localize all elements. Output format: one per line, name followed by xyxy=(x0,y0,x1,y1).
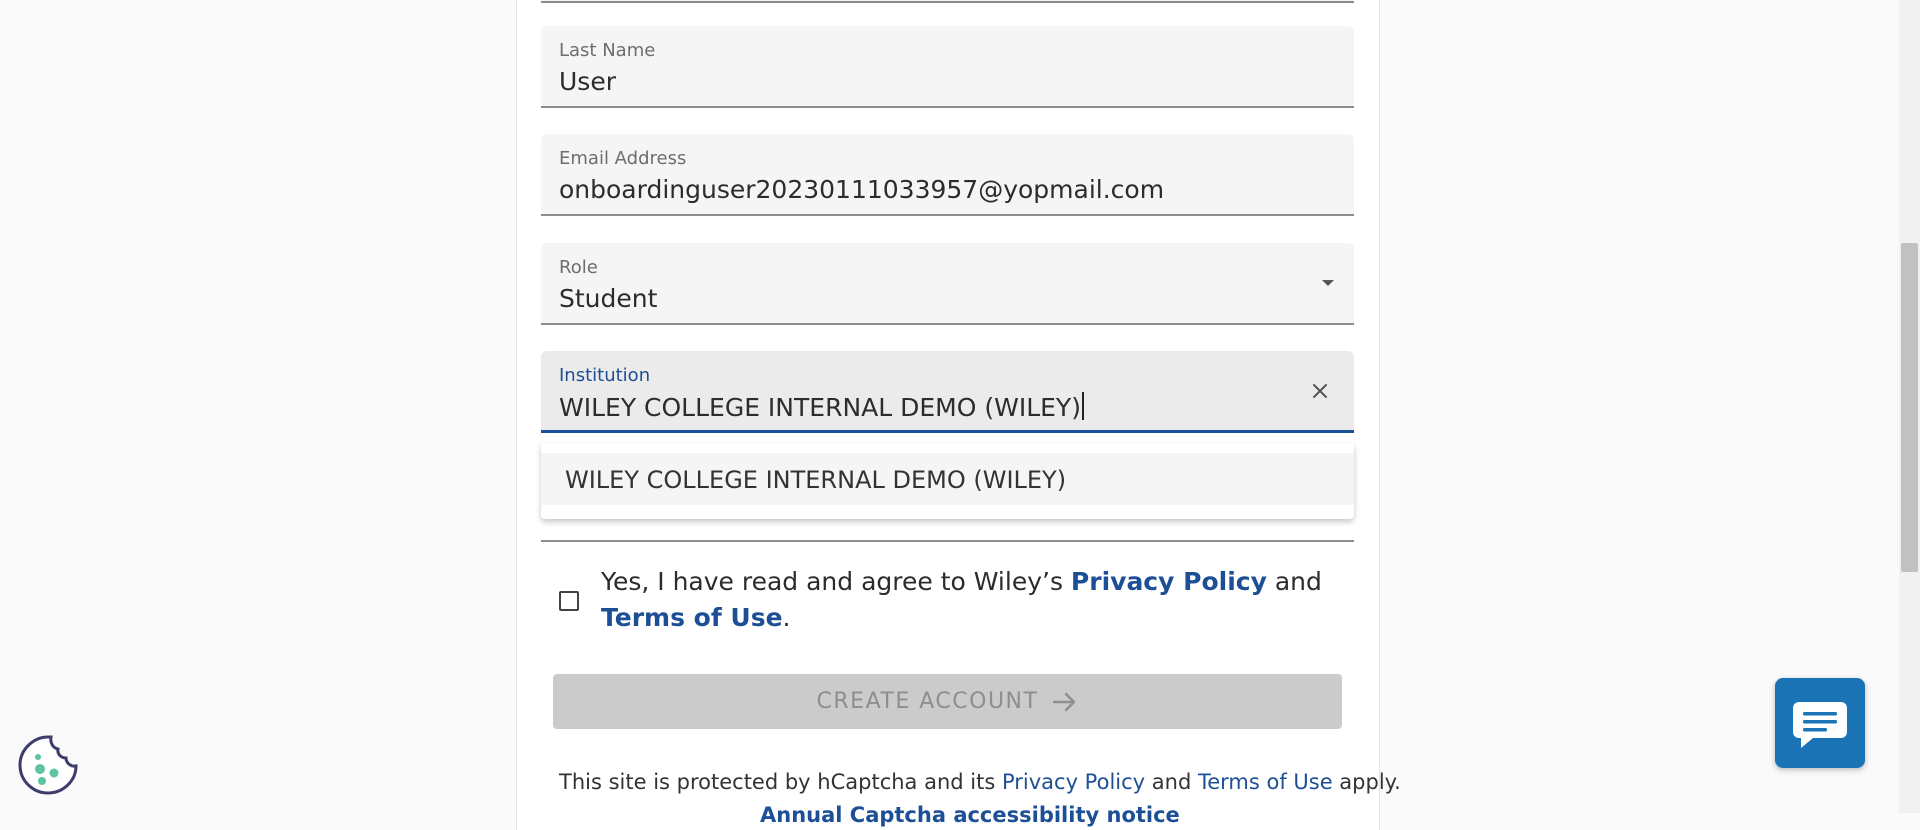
create-account-label: CREATE ACCOUNT xyxy=(816,689,1039,714)
chat-icon xyxy=(1793,702,1847,748)
scrollbar[interactable] xyxy=(1899,0,1920,813)
privacy-policy-link[interactable]: Privacy Policy xyxy=(1071,567,1267,596)
captcha-prefix: This site is protected by hCaptcha and i… xyxy=(559,770,1002,794)
consent-text: Yes, I have read and agree to Wiley’s Pr… xyxy=(601,564,1341,636)
role-value[interactable]: Student xyxy=(559,284,657,313)
captcha-and: and xyxy=(1145,770,1198,794)
institution-value: WILEY COLLEGE INTERNAL DEMO (WILEY) xyxy=(559,393,1081,422)
hcaptcha-notice: This site is protected by hCaptcha and i… xyxy=(559,770,1401,794)
cookie-icon[interactable] xyxy=(16,733,80,797)
last-name-label: Last Name xyxy=(559,40,656,61)
email-field[interactable]: Email Address onboardinguser202301110339… xyxy=(541,134,1354,216)
chevron-down-icon[interactable] xyxy=(1322,280,1334,286)
last-name-value[interactable]: User xyxy=(559,67,616,96)
institution-input[interactable]: WILEY COLLEGE INTERNAL DEMO (WILEY) xyxy=(559,392,1084,422)
consent-text-before: Yes, I have read and agree to Wiley’s xyxy=(601,567,1071,596)
institution-option-label: WILEY COLLEGE INTERNAL DEMO (WILEY) xyxy=(565,466,1067,494)
institution-listbox: WILEY COLLEGE INTERNAL DEMO (WILEY) xyxy=(541,443,1354,519)
scrollbar-thumb[interactable] xyxy=(1901,243,1918,572)
last-name-field[interactable]: Last Name User xyxy=(541,26,1354,108)
close-icon[interactable] xyxy=(1306,377,1334,405)
arrow-right-icon xyxy=(1053,692,1076,711)
institution-option[interactable]: WILEY COLLEGE INTERNAL DEMO (WILEY) xyxy=(541,453,1354,505)
first-name-field-bottom[interactable] xyxy=(541,0,1354,3)
text-caret xyxy=(1081,392,1084,420)
terms-of-use-link[interactable]: Terms of Use xyxy=(601,603,783,632)
consent-and: and xyxy=(1266,567,1322,596)
consent-period: . xyxy=(782,603,791,632)
captcha-suffix: apply. xyxy=(1332,770,1401,794)
institution-label: Institution xyxy=(559,365,651,386)
captcha-terms-link[interactable]: Terms of Use xyxy=(1198,770,1333,794)
create-account-button[interactable]: CREATE ACCOUNT xyxy=(553,674,1342,729)
chat-button[interactable] xyxy=(1775,678,1865,768)
field-underline xyxy=(541,540,1354,542)
captcha-privacy-link[interactable]: Privacy Policy xyxy=(1002,770,1145,794)
consent-checkbox[interactable] xyxy=(559,591,579,611)
role-label: Role xyxy=(559,257,598,278)
accessibility-notice-link[interactable]: Annual Captcha accessibility notice xyxy=(760,803,1180,827)
email-value[interactable]: onboardinguser20230111033957@yopmail.com xyxy=(559,175,1164,204)
role-select[interactable]: Role Student xyxy=(541,243,1354,325)
email-label: Email Address xyxy=(559,148,687,169)
institution-field[interactable]: Institution WILEY COLLEGE INTERNAL DEMO … xyxy=(541,351,1354,433)
